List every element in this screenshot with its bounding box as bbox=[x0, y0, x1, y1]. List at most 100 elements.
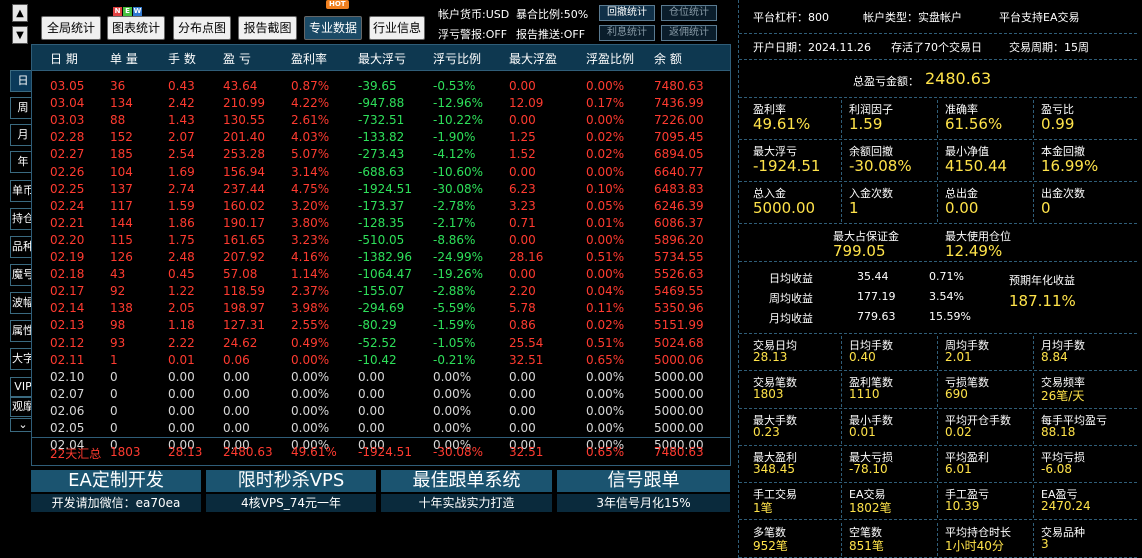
column-header-8[interactable]: 浮盈比例 bbox=[586, 50, 634, 67]
toolbar-info-exposure: 暴合比例:50% bbox=[516, 8, 589, 21]
table-cell: -173.37 bbox=[358, 198, 405, 213]
table-cell: 88 bbox=[110, 113, 126, 128]
stat-value: -1924.51 bbox=[753, 157, 821, 175]
toolbar-small-button-2[interactable]: 利息统计 bbox=[599, 25, 655, 41]
table-cell: 24.62 bbox=[223, 335, 258, 350]
table-cell: 0.00 bbox=[223, 386, 250, 401]
table-row[interactable]: 02.27 185 2.54 253.28 5.07% -273.43 -4.12% 1.52… bbox=[32, 146, 730, 163]
toolbar-button-2[interactable]: 分布点图 bbox=[173, 16, 231, 40]
stat-value: 348.45 bbox=[753, 461, 795, 476]
stat-value: 952笔 bbox=[753, 538, 788, 553]
table-cell: 43.64 bbox=[223, 79, 258, 93]
table-cell: -688.63 bbox=[358, 164, 405, 179]
summary-cell: 7480.63 bbox=[654, 445, 704, 459]
stat-value: 0.23 bbox=[753, 424, 780, 439]
stats-panel: 平台杠杆：800 帐户类型：实盘帐户 平台支持EA交易 开户日期：2024.11… bbox=[738, 0, 1137, 558]
scroll-up-button[interactable]: ▲ bbox=[12, 4, 28, 22]
table-row[interactable]: 02.18 43 0.45 57.08 1.14% -1064.47 -19.26% 0.00… bbox=[32, 266, 730, 283]
summary-cell: 32.51 bbox=[509, 445, 544, 459]
table-cell: 57.08 bbox=[223, 267, 258, 282]
table-row[interactable]: 02.17 92 1.22 118.59 2.37% -155.07 -2.88% 2.20 0… bbox=[32, 283, 730, 300]
scroll-down-button[interactable]: ▼ bbox=[12, 26, 28, 44]
toolbar-button-0[interactable]: 全局统计 bbox=[41, 16, 101, 40]
column-divider bbox=[841, 100, 842, 138]
table-row[interactable]: 02.28 152 2.07 201.40 4.03% -133.82 -1.90% 1.25… bbox=[32, 129, 730, 146]
column-header-9[interactable]: 余 额 bbox=[654, 50, 682, 67]
table-cell: 02.10 bbox=[50, 369, 85, 384]
toolbar-button-3[interactable]: 报告截图 bbox=[238, 16, 297, 40]
stat-value: 10.39 bbox=[945, 499, 980, 514]
table-cell: -1.90% bbox=[433, 130, 476, 145]
column-header-5[interactable]: 最大浮亏 bbox=[358, 50, 406, 67]
table-cell: 32.51 bbox=[509, 352, 544, 367]
table-cell: 134 bbox=[110, 96, 133, 111]
table-cell: 02.20 bbox=[50, 232, 85, 247]
column-divider bbox=[1033, 184, 1034, 222]
table-row[interactable]: 03.03 88 1.43 130.55 2.61% -732.51 -10.22% 0.00… bbox=[32, 112, 730, 129]
table-row[interactable]: 02.10 0 0.00 0.00 0.00% 0.00 0.00% 0.00 0.00% 500… bbox=[32, 369, 730, 386]
column-header-3[interactable]: 盈 亏 bbox=[223, 50, 251, 67]
table-row[interactable]: 02.19 126 2.48 207.92 4.16% -1382.96 -24.99% 28… bbox=[32, 249, 730, 266]
column-header-1[interactable]: 单 量 bbox=[110, 50, 138, 67]
column-header-7[interactable]: 最大浮盈 bbox=[509, 50, 557, 67]
stat-value: 61.56% bbox=[945, 115, 1003, 133]
column-header-0[interactable]: 日 期 bbox=[50, 50, 78, 67]
table-cell: -133.82 bbox=[358, 130, 405, 145]
table-cell: 4.03% bbox=[291, 130, 330, 145]
table-cell: 43 bbox=[110, 267, 126, 282]
table-row[interactable]: 02.14 138 2.05 198.97 3.98% -294.69 -5.59% 5.78… bbox=[32, 300, 730, 317]
table-cell: 0.10% bbox=[586, 181, 625, 196]
table-row[interactable]: 02.11 1 0.01 0.06 0.00% -10.42 -0.21% 32.51 0.65… bbox=[32, 352, 730, 369]
table-cell: 2.22 bbox=[168, 335, 195, 350]
table-cell: -0.21% bbox=[433, 352, 476, 367]
toolbar-button-5[interactable]: 行业信息 bbox=[369, 16, 425, 40]
ad-banner-3[interactable]: 信号跟单 3年信号月化15% bbox=[557, 470, 730, 512]
table-cell: 0.02% bbox=[586, 130, 625, 145]
stat-value: -30.08% bbox=[849, 157, 912, 175]
column-header-6[interactable]: 浮亏比例 bbox=[433, 50, 481, 67]
ad-banner-2[interactable]: 最佳跟单系统 十年实战实力打造 bbox=[381, 470, 552, 512]
avg-label: 周均收益 bbox=[769, 292, 813, 305]
table-row[interactable]: 02.24 117 1.59 160.02 3.20% -173.37 -2.78% 3.23… bbox=[32, 198, 730, 215]
table-row[interactable]: 03.04 134 2.42 210.99 4.22% -947.88 -12.96% 12.… bbox=[32, 95, 730, 112]
summary-cell: 0.65% bbox=[586, 445, 625, 459]
table-cell: -80.29 bbox=[358, 318, 397, 333]
table-row[interactable]: 02.13 98 1.18 127.31 2.55% -80.29 -1.59% 0.86 0.… bbox=[32, 317, 730, 334]
column-divider bbox=[937, 336, 938, 370]
open-date-text: 开户日期：2024.11.26 bbox=[753, 41, 871, 54]
toolbar-small-button-0[interactable]: 回撤统计 bbox=[599, 5, 655, 21]
toolbar-small-button-1[interactable]: 仓位统计 bbox=[661, 5, 717, 21]
table-cell: 0.04% bbox=[586, 284, 625, 299]
table-row[interactable]: 02.26 104 1.69 156.94 3.14% -688.63 -10.60% 0.0… bbox=[32, 164, 730, 181]
column-header-2[interactable]: 手 数 bbox=[168, 50, 196, 67]
table-row[interactable]: 02.05 0 0.00 0.00 0.00% 0.00 0.00% 0.00 0.00% 500… bbox=[32, 420, 730, 437]
grid2-row: 手工交易 1笔 EA交易 1802笔 手工盈亏 10.39 EA盈亏 2470.24 bbox=[739, 483, 1137, 521]
grid2-row: 交易笔数 1803 盈利笔数 1110 亏损笔数 690 交易频率 26笔/天 bbox=[739, 371, 1137, 409]
table-row[interactable]: 02.12 93 2.22 24.62 0.49% -52.52 -1.05% 25.54 0.… bbox=[32, 335, 730, 352]
table-cell: -12.96% bbox=[433, 96, 484, 111]
table-row[interactable]: 03.05 36 0.43 43.64 0.87% -39.65 -0.53% 0.00 0.0… bbox=[32, 78, 730, 95]
column-divider bbox=[1033, 373, 1034, 407]
toolbar-small-button-3[interactable]: 返佣统计 bbox=[661, 25, 717, 41]
table-row[interactable]: 02.21 144 1.86 190.17 3.80% -128.35 -2.17% 0.71… bbox=[32, 215, 730, 232]
toolbar-button-4[interactable]: 专业数据 bbox=[304, 16, 362, 40]
table-cell: 190.17 bbox=[223, 215, 265, 230]
table-cell: 0.05% bbox=[586, 198, 625, 213]
avg-amount: 177.19 bbox=[857, 290, 896, 303]
table-cell: 6894.05 bbox=[654, 147, 704, 162]
toolbar-button-1[interactable]: 图表统计 bbox=[107, 16, 165, 40]
ad-banner-0[interactable]: EA定制开发 开发请加微信：ea70ea bbox=[31, 470, 201, 512]
stat-value: 0.02 bbox=[945, 424, 972, 439]
table-row[interactable]: 02.07 0 0.00 0.00 0.00% 0.00 0.00% 0.00 0.00% 500… bbox=[32, 386, 730, 403]
table-row[interactable]: 02.25 137 2.74 237.44 4.75% -1924.51 -30.08% 6.… bbox=[32, 181, 730, 198]
table-row[interactable]: 02.20 115 1.75 161.65 3.23% -510.05 -8.86% 0.00… bbox=[32, 232, 730, 249]
column-header-4[interactable]: 盈利率 bbox=[291, 50, 327, 67]
table-cell: -10.22% bbox=[433, 113, 484, 128]
table-row[interactable]: 02.06 0 0.00 0.00 0.00% 0.00 0.00% 0.00 0.00% 500… bbox=[32, 403, 730, 420]
table-cell: 36 bbox=[110, 79, 126, 93]
column-divider bbox=[937, 373, 938, 407]
table-cell: 5734.55 bbox=[654, 250, 704, 264]
ad-banner-1[interactable]: 限时秒杀VPS 4核VPS_74元一年 bbox=[206, 470, 376, 512]
table-cell: 237.44 bbox=[223, 181, 265, 196]
table-cell: 5.78 bbox=[509, 301, 536, 316]
